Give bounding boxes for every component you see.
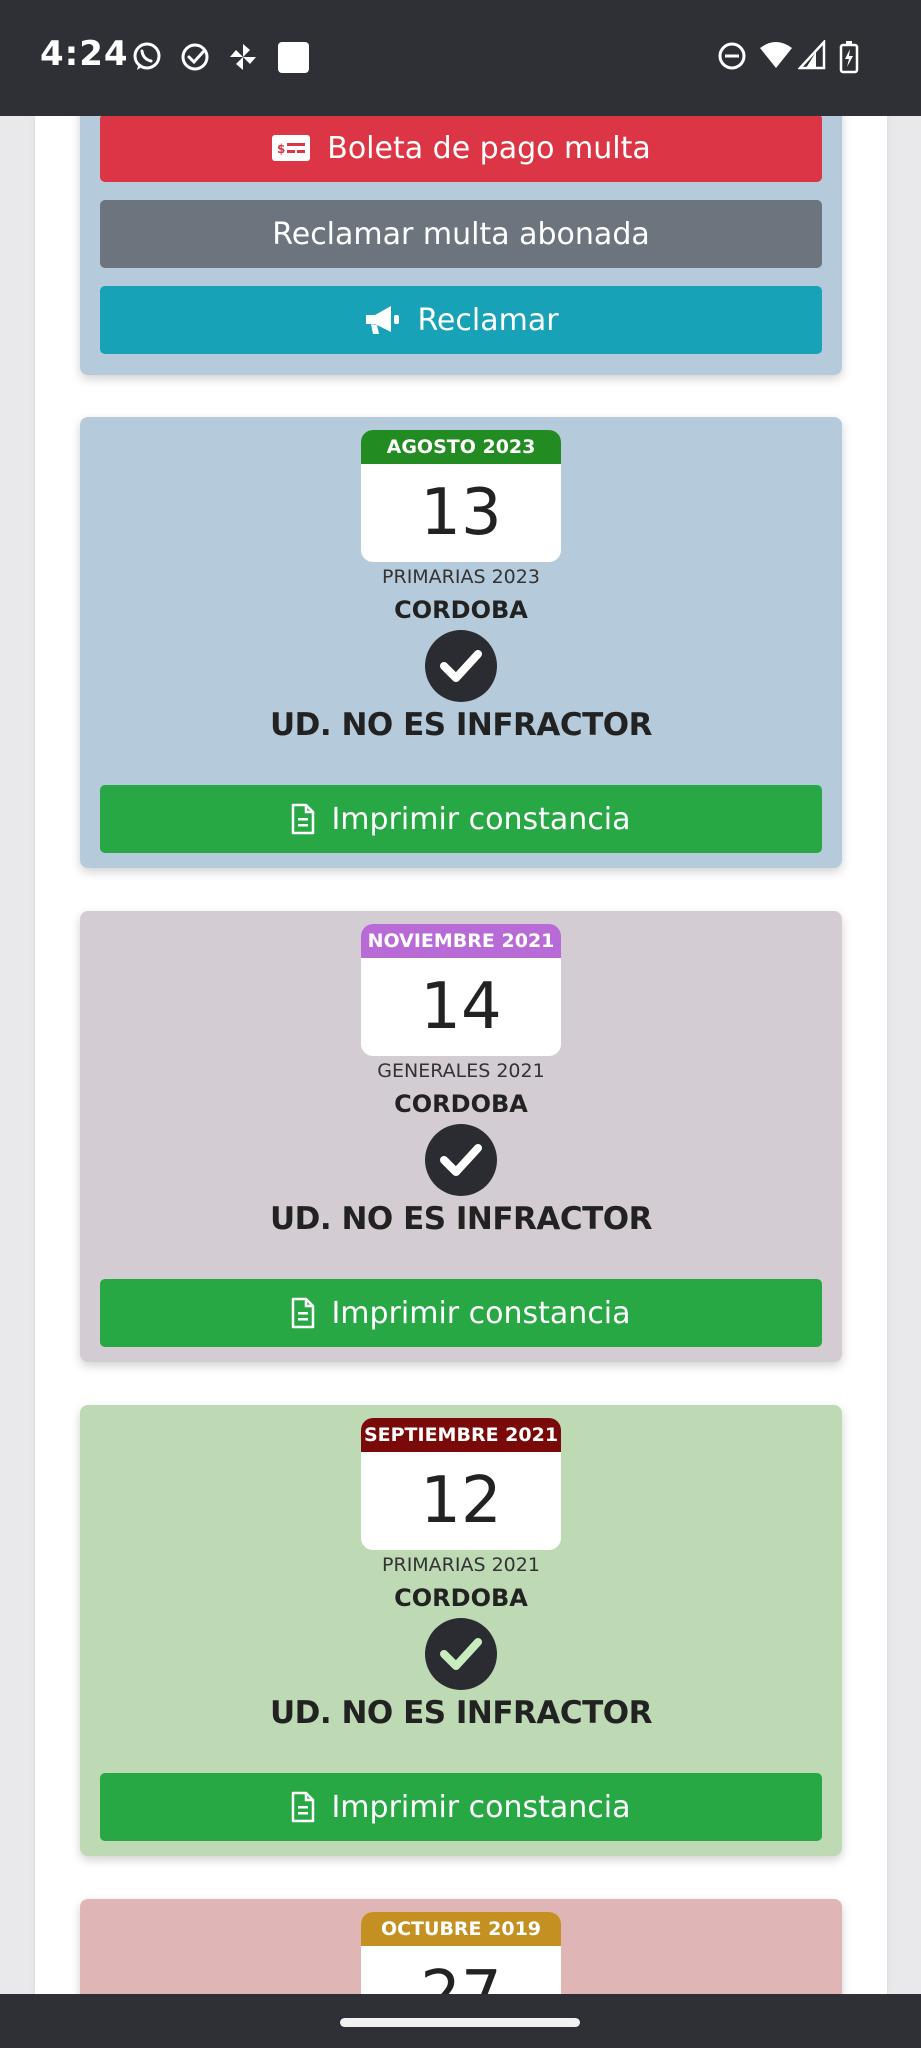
page-content: $ Boleta de pago multa Reclamar multa ab… [35,116,887,1994]
square-icon [278,42,309,73]
check-circle-icon [425,1618,497,1690]
calendar-month: OCTUBRE 2019 [361,1912,561,1946]
payment-ticket-label: Boleta de pago multa [327,130,651,166]
check-circle-icon [425,1124,497,1196]
do-not-disturb-icon [718,42,746,70]
calendar-date: SEPTIEMBRE 2021 12 [361,1418,561,1550]
calendar-date: OCTUBRE 2019 27 [361,1912,561,1994]
battery-charging-icon [839,41,859,74]
print-certificate-label: Imprimir constancia [331,1295,631,1331]
document-icon [292,1791,315,1823]
election-card: OCTUBRE 2019 27 [80,1899,842,1994]
voter-status: UD. NO ES INFRACTOR [270,1201,653,1237]
calendar-day: 27 [361,1946,561,1994]
province: CORDOBA [394,596,528,624]
election-type: PRIMARIAS 2023 [382,566,540,588]
print-certificate-button[interactable]: Imprimir constancia [100,1773,822,1841]
election-card: NOVIEMBRE 2021 14 GENERALES 2021 CORDOBA… [80,911,842,1362]
check-circle-icon [425,630,497,702]
claim-paid-fine-label: Reclamar multa abonada [272,216,650,252]
claim-label: Reclamar [417,302,559,338]
province: CORDOBA [394,1584,528,1612]
print-certificate-label: Imprimir constancia [331,801,631,837]
calendar-day: 12 [420,1464,502,1538]
megaphone-icon [366,306,400,334]
payment-ticket-button[interactable]: $ Boleta de pago multa [100,116,822,182]
calendar-date: NOVIEMBRE 2021 14 [361,924,561,1056]
election-card: SEPTIEMBRE 2021 12 PRIMARIAS 2021 CORDOB… [80,1405,842,1856]
voter-status: UD. NO ES INFRACTOR [270,707,653,743]
svg-text:$: $ [277,142,285,156]
status-time: 4:24 [40,34,129,74]
print-certificate-button[interactable]: Imprimir constancia [100,785,822,853]
election-type: GENERALES 2021 [377,1060,545,1082]
check-circle-icon [181,43,209,71]
document-icon [292,1297,315,1329]
claim-button[interactable]: Reclamar [100,286,822,354]
whatsapp-icon [133,42,161,70]
voter-status: UD. NO ES INFRACTOR [270,1695,653,1731]
document-icon [292,803,315,835]
signal-icon [798,40,826,70]
status-bar: 4:24 [0,0,921,116]
home-gesture-handle[interactable] [340,2018,580,2027]
print-certificate-label: Imprimir constancia [331,1789,631,1825]
election-card: AGOSTO 2023 13 PRIMARIAS 2023 CORDOBA UD… [80,417,842,868]
province: CORDOBA [394,1090,528,1118]
election-type: PRIMARIAS 2021 [382,1554,540,1576]
pinwheel-icon [230,44,256,70]
ticket-icon: $ [272,135,311,161]
calendar-day: 13 [420,476,502,550]
fine-actions-card: $ Boleta de pago multa Reclamar multa ab… [80,116,842,375]
print-certificate-button[interactable]: Imprimir constancia [100,1279,822,1347]
wifi-icon [760,42,792,68]
navigation-bar [0,1994,921,2048]
calendar-month: AGOSTO 2023 [361,430,561,464]
claim-paid-fine-button[interactable]: Reclamar multa abonada [100,200,822,268]
calendar-day: 14 [420,970,502,1044]
calendar-date: AGOSTO 2023 13 [361,430,561,562]
calendar-month: NOVIEMBRE 2021 [361,924,561,958]
calendar-month: SEPTIEMBRE 2021 [361,1418,561,1452]
